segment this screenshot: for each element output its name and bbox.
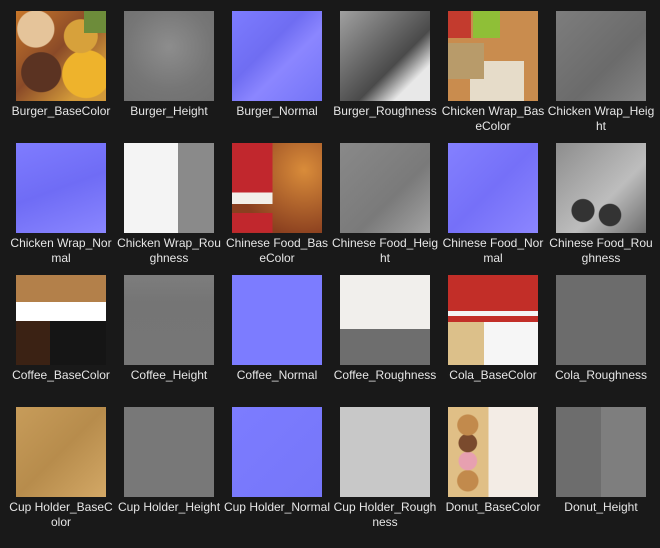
texture-label: Coffee_BaseColor (12, 368, 110, 382)
texture-thumbnail (16, 407, 106, 497)
texture-label: Donut_BaseColor (445, 500, 541, 514)
texture-thumbnail (124, 11, 214, 101)
texture-thumbnail (124, 407, 214, 497)
texture-tile[interactable]: Chicken Wrap_Roughness (115, 132, 223, 265)
texture-thumbnail (16, 143, 106, 233)
texture-tile[interactable]: Burger_Normal (223, 0, 331, 132)
texture-thumbnail (232, 407, 322, 497)
texture-label: Chinese Food_Height (331, 236, 439, 265)
texture-label: Chicken Wrap_Height (547, 104, 655, 133)
texture-label: Coffee_Height (130, 368, 208, 382)
texture-thumbnail (448, 407, 538, 497)
texture-tile[interactable]: Burger_Roughness (331, 0, 439, 132)
texture-tile[interactable]: Chicken Wrap_Height (547, 0, 655, 133)
texture-label: Cup Holder_Height (117, 500, 221, 514)
texture-thumbnail (556, 143, 646, 233)
texture-thumbnail (556, 407, 646, 497)
texture-label: Coffee_Normal (236, 368, 318, 382)
texture-label: Chinese Food_Normal (442, 236, 544, 265)
texture-label: Coffee_Roughness (333, 368, 437, 382)
texture-label: Burger_Normal (236, 104, 318, 118)
texture-thumbnail (556, 275, 646, 365)
texture-tile[interactable]: Chinese Food_Normal (439, 132, 547, 265)
texture-thumbnail (16, 275, 106, 365)
texture-label: Cup Holder_BaseColor (9, 500, 113, 529)
texture-label: Chicken Wrap_BaseColor (441, 104, 545, 133)
texture-thumbnail (232, 143, 322, 233)
texture-thumbnail (16, 11, 106, 101)
texture-thumbnail (340, 11, 430, 101)
texture-label: Burger_Roughness (333, 104, 437, 118)
texture-thumbnail (340, 143, 430, 233)
texture-tile[interactable]: Cola_BaseColor (439, 264, 547, 396)
texture-label: Chinese Food_BaseColor (225, 236, 329, 265)
texture-tile[interactable]: Coffee_Roughness (331, 264, 439, 396)
texture-tile[interactable]: Cup Holder_Height (115, 396, 223, 528)
texture-tile[interactable]: Cup Holder_Roughness (331, 396, 439, 529)
texture-label: Cup Holder_Roughness (333, 500, 437, 529)
texture-tile[interactable]: Chicken Wrap_BaseColor (439, 0, 547, 133)
texture-thumbnail (340, 275, 430, 365)
texture-tile[interactable]: Coffee_Normal (223, 264, 331, 396)
texture-thumbnail (124, 275, 214, 365)
texture-tile[interactable]: Coffee_Height (115, 264, 223, 396)
texture-tile[interactable]: Donut_BaseColor (439, 396, 547, 528)
texture-thumbnail (340, 407, 430, 497)
texture-tile[interactable]: Cup Holder_BaseColor (7, 396, 115, 529)
texture-thumbnail (124, 143, 214, 233)
texture-tile[interactable]: Cup Holder_Normal (223, 396, 331, 528)
texture-tile[interactable]: Cola_Roughness (547, 264, 655, 396)
texture-label: Cola_BaseColor (449, 368, 537, 382)
texture-tile[interactable]: Burger_Height (115, 0, 223, 132)
texture-tile[interactable]: Chinese Food_BaseColor (223, 132, 331, 265)
texture-thumbnail (448, 11, 538, 101)
texture-label: Chicken Wrap_Roughness (117, 236, 221, 265)
texture-thumbnail (448, 275, 538, 365)
texture-label: Cup Holder_Normal (223, 500, 331, 514)
texture-thumbnail (448, 143, 538, 233)
texture-thumbnail (232, 11, 322, 101)
texture-grid: Burger_BaseColor Burger_Height Burger_Norm… (7, 0, 655, 529)
texture-tile[interactable]: Chinese Food_Height (331, 132, 439, 265)
texture-tile[interactable]: Chinese Food_Roughness (547, 132, 655, 265)
texture-label: Cola_Roughness (554, 368, 648, 382)
texture-label: Donut_Height (564, 500, 638, 514)
texture-tile[interactable]: Chicken Wrap_Normal (7, 132, 115, 265)
texture-tile[interactable]: Burger_BaseColor (7, 0, 115, 132)
texture-label: Chicken Wrap_Normal (10, 236, 112, 265)
texture-label: Burger_Height (130, 104, 208, 118)
texture-label: Burger_BaseColor (11, 104, 111, 118)
texture-tile[interactable]: Coffee_BaseColor (7, 264, 115, 396)
texture-label: Chinese Food_Roughness (549, 236, 653, 265)
texture-thumbnail (232, 275, 322, 365)
texture-tile[interactable]: Donut_Height (547, 396, 655, 528)
texture-thumbnail (556, 11, 646, 101)
